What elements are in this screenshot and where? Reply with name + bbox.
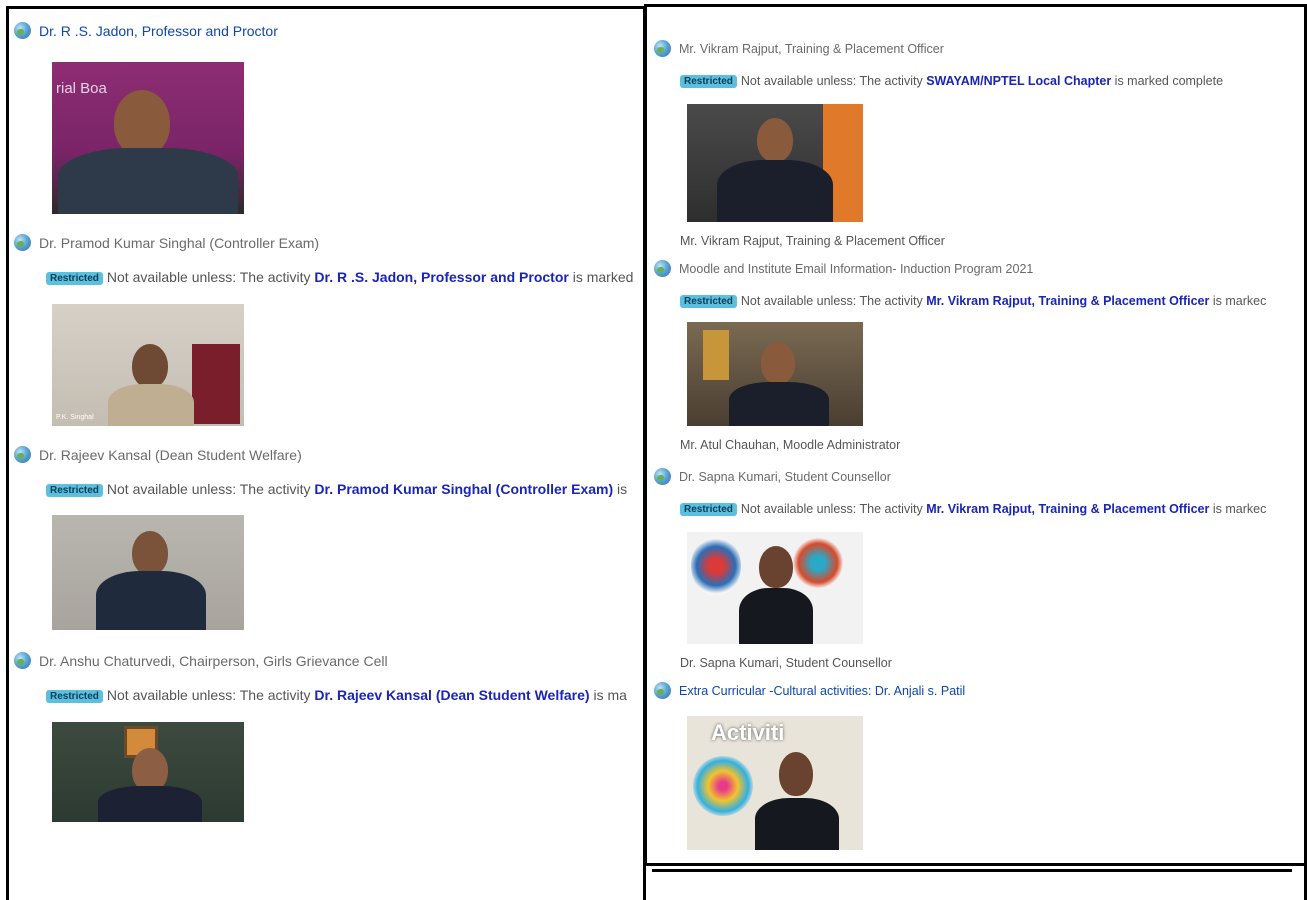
restriction-prefix: Not available unless: The activity xyxy=(106,687,315,703)
person-body xyxy=(755,798,839,850)
restriction-prefix: Not available unless: The activity xyxy=(106,269,315,285)
restriction-suffix: is marked xyxy=(568,269,634,285)
video-thumbnail[interactable] xyxy=(687,104,863,222)
person-head xyxy=(132,344,168,388)
activity-sapna[interactable]: Dr. Sapna Kumari, Student Counsellor xyxy=(654,468,891,485)
person-head xyxy=(132,531,168,575)
restriction-notice: Restricted Not available unless: The acti… xyxy=(46,269,638,285)
restriction-activity-link[interactable]: Mr. Vikram Rajput, Training & Placement … xyxy=(926,502,1209,516)
thumbnail-caption: Mr. Vikram Rajput, Training & Placement … xyxy=(680,234,945,248)
thumbnail-text: rial Boa xyxy=(56,80,107,97)
restriction-prefix: Not available unless: The activity xyxy=(740,294,927,308)
restriction-suffix: is markec xyxy=(1209,502,1267,516)
video-thumbnail[interactable] xyxy=(52,515,244,630)
activity-moodle-email[interactable]: Moodle and Institute Email Information- … xyxy=(654,260,1033,277)
activity-jadon[interactable]: Dr. R .S. Jadon, Professor and Proctor xyxy=(14,22,278,39)
url-globe-icon xyxy=(14,652,31,669)
restriction-suffix: is marked complete xyxy=(1111,74,1224,88)
video-thumbnail[interactable]: Activiti xyxy=(687,716,863,850)
activity-title[interactable]: Dr. Rajeev Kansal (Dean Student Welfare) xyxy=(39,447,302,463)
restriction-activity-link[interactable]: Mr. Vikram Rajput, Training & Placement … xyxy=(926,294,1209,308)
video-thumbnail[interactable]: P.K. Singhal xyxy=(52,304,244,426)
restricted-badge: Restricted xyxy=(46,690,103,703)
activity-title[interactable]: Moodle and Institute Email Information- … xyxy=(679,262,1033,276)
activity-cultural[interactable]: Extra Curricular -Cultural activities: D… xyxy=(654,682,965,699)
restriction-notice: Restricted Not available unless: The acti… xyxy=(46,687,638,703)
restriction-prefix: Not available unless: The activity xyxy=(106,481,315,497)
person-head xyxy=(759,546,793,588)
url-globe-icon xyxy=(654,40,671,57)
video-thumbnail[interactable] xyxy=(52,722,244,822)
restriction-activity-link[interactable]: Dr. Rajeev Kansal (Dean Student Welfare) xyxy=(314,687,589,703)
person-body xyxy=(98,786,202,822)
restricted-badge: Restricted xyxy=(680,503,737,516)
restriction-suffix: is xyxy=(613,481,628,497)
activity-vikram[interactable]: Mr. Vikram Rajput, Training & Placement … xyxy=(654,40,944,57)
url-globe-icon xyxy=(654,682,671,699)
restriction-activity-link[interactable]: Dr. Pramod Kumar Singhal (Controller Exa… xyxy=(314,481,613,497)
restriction-notice: Restricted Not available unless: The acti… xyxy=(46,481,638,497)
url-globe-icon xyxy=(654,468,671,485)
activity-title[interactable]: Dr. Anshu Chaturvedi, Chairperson, Girls… xyxy=(39,653,388,669)
video-thumbnail[interactable] xyxy=(687,532,863,644)
activity-title[interactable]: Mr. Vikram Rajput, Training & Placement … xyxy=(679,42,944,56)
restriction-suffix: is ma xyxy=(589,687,627,703)
restriction-notice: Restricted Not available unless: The acti… xyxy=(680,502,1292,516)
activity-chaturvedi[interactable]: Dr. Anshu Chaturvedi, Chairperson, Girls… xyxy=(14,652,388,669)
restriction-notice: Restricted Not available unless: The acti… xyxy=(680,74,1292,88)
url-globe-icon xyxy=(14,22,31,39)
thumbnail-name-tag: P.K. Singhal xyxy=(56,414,94,421)
person-body xyxy=(58,148,238,214)
restriction-prefix: Not available unless: The activity xyxy=(740,502,927,516)
restriction-prefix: Not available unless: The activity xyxy=(740,74,927,88)
person-body xyxy=(729,382,829,426)
activity-title[interactable]: Extra Curricular -Cultural activities: D… xyxy=(679,684,965,698)
restricted-badge: Restricted xyxy=(46,272,103,285)
person-body xyxy=(717,160,833,222)
person-body xyxy=(739,588,813,644)
activity-title[interactable]: Dr. R .S. Jadon, Professor and Proctor xyxy=(39,23,278,39)
video-thumbnail[interactable]: rial Boa xyxy=(52,62,244,214)
decorative-art xyxy=(691,536,741,596)
restricted-badge: Restricted xyxy=(680,295,737,308)
restriction-activity-link[interactable]: SWAYAM/NPTEL Local Chapter xyxy=(926,74,1111,88)
activity-kansal[interactable]: Dr. Rajeev Kansal (Dean Student Welfare) xyxy=(14,446,302,463)
url-globe-icon xyxy=(14,446,31,463)
restriction-suffix: is markec xyxy=(1209,294,1267,308)
activity-singhal[interactable]: Dr. Pramod Kumar Singhal (Controller Exa… xyxy=(14,234,319,251)
thumbnail-caption: Mr. Atul Chauhan, Moodle Administrator xyxy=(680,438,901,452)
person-head xyxy=(779,752,813,796)
curtain xyxy=(192,344,240,424)
person-head xyxy=(757,118,793,162)
person-head xyxy=(114,90,170,156)
restriction-activity-link[interactable]: Dr. R .S. Jadon, Professor and Proctor xyxy=(314,269,568,285)
restriction-notice: Restricted Not available unless: The acti… xyxy=(680,294,1292,308)
person-head xyxy=(761,342,795,384)
person-body xyxy=(96,571,206,630)
video-thumbnail[interactable] xyxy=(687,322,863,426)
url-globe-icon xyxy=(14,234,31,251)
restricted-badge: Restricted xyxy=(46,484,103,497)
activity-title[interactable]: Dr. Sapna Kumari, Student Counsellor xyxy=(679,470,891,484)
decorative-art xyxy=(793,538,843,588)
restricted-badge: Restricted xyxy=(680,75,737,88)
divider-line xyxy=(652,869,1292,872)
activity-title[interactable]: Dr. Pramod Kumar Singhal (Controller Exa… xyxy=(39,235,319,251)
url-globe-icon xyxy=(654,260,671,277)
thumbnail-text: Activiti xyxy=(711,720,785,745)
thumbnail-caption: Dr. Sapna Kumari, Student Counsellor xyxy=(680,656,892,670)
paint-splash xyxy=(693,756,753,816)
person-body xyxy=(108,384,194,426)
wall-hanging xyxy=(703,330,729,380)
